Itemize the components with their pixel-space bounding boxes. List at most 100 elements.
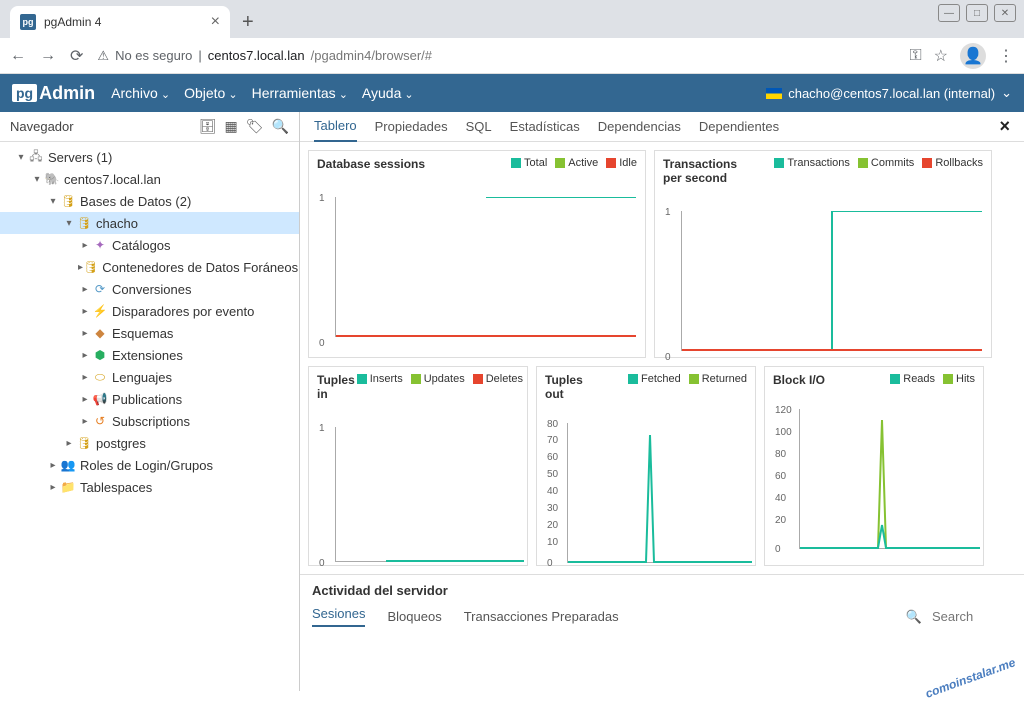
tree-server-centos7[interactable]: ▾🐘centos7.local.lan bbox=[0, 168, 299, 190]
menu-help[interactable]: Ayuda bbox=[362, 85, 414, 101]
card-tuples-in: Tuples in Inserts Updates Deletes 1 0 bbox=[308, 366, 528, 566]
tree-roles[interactable]: ▸👥Roles de Login/Grupos bbox=[0, 454, 299, 476]
tree-languages[interactable]: ▸⬭Lenguajes bbox=[0, 366, 299, 388]
tps-plot bbox=[681, 211, 981, 351]
navigator-panel: Navegador 🗄 ▦ 🏷 🔍 ▾🖧Servers (1) ▾🐘centos… bbox=[0, 112, 300, 691]
swatch-teal-icon bbox=[357, 374, 367, 384]
query-tool-icon[interactable]: 🗄 bbox=[199, 118, 217, 135]
tab-statistics[interactable]: Estadísticas bbox=[510, 112, 580, 142]
pgadmin-topbar: pgAdmin Archivo Objeto Herramientas Ayud… bbox=[0, 74, 1024, 112]
swatch-teal-icon bbox=[774, 158, 784, 168]
activity-search-input[interactable] bbox=[932, 609, 1012, 624]
url-path: /pgadmin4/browser/# bbox=[311, 48, 432, 63]
trigger-icon: ⚡ bbox=[92, 303, 108, 319]
tab-dependencies[interactable]: Dependencias bbox=[598, 112, 681, 142]
card-sessions: Database sessions Total Active Idle 1 0 bbox=[308, 150, 646, 358]
logo-box: pg bbox=[12, 84, 37, 102]
tree-tablespaces[interactable]: ▸📁Tablespaces bbox=[0, 476, 299, 498]
search-objects-icon[interactable]: 🔍 bbox=[272, 118, 289, 135]
tab-properties[interactable]: Propiedades bbox=[375, 112, 448, 142]
tree-databases[interactable]: ▾🛢Bases de Datos (2) bbox=[0, 190, 299, 212]
navigator-title: Navegador bbox=[10, 119, 74, 134]
tuples-out-legend: Fetched Returned bbox=[628, 373, 747, 385]
object-tree[interactable]: ▾🖧Servers (1) ▾🐘centos7.local.lan ▾🛢Base… bbox=[0, 142, 299, 691]
tree-db-chacho[interactable]: ▾🛢chacho bbox=[0, 212, 299, 234]
flag-icon bbox=[766, 88, 782, 99]
activity-tab-locks[interactable]: Bloqueos bbox=[387, 609, 441, 624]
conversion-icon: ⟳ bbox=[92, 281, 108, 297]
menu-object[interactable]: Objeto bbox=[184, 85, 238, 101]
card-block-io: Block I/O Reads Hits 120100806040200 bbox=[764, 366, 984, 566]
insecure-label: No es seguro bbox=[115, 48, 192, 63]
swatch-green-icon bbox=[943, 374, 953, 384]
sessions-plot bbox=[335, 197, 635, 337]
tab-dependents[interactable]: Dependientes bbox=[699, 112, 779, 142]
filter-icon[interactable]: 🏷 bbox=[246, 118, 264, 135]
card-tuples-out: Tuples out Fetched Returned 807060504030… bbox=[536, 366, 756, 566]
reload-button[interactable]: ⟳ bbox=[70, 46, 83, 66]
tab-dashboard[interactable]: Tablero bbox=[314, 112, 357, 142]
profile-avatar-icon[interactable]: 👤 bbox=[960, 43, 986, 69]
browser-tab[interactable]: pg pgAdmin 4 × bbox=[10, 6, 230, 38]
window-controls: — □ ✕ bbox=[938, 4, 1016, 22]
tab-close-icon[interactable]: × bbox=[211, 13, 220, 31]
schema-icon: ◆ bbox=[92, 325, 108, 341]
menu-file[interactable]: Archivo bbox=[111, 85, 170, 101]
extension-icon: ⬢ bbox=[92, 347, 108, 363]
tree-fdw[interactable]: ▸🛢Contenedores de Datos Foráneos bbox=[0, 256, 299, 278]
catalog-icon: ✦ bbox=[92, 237, 108, 253]
back-button[interactable]: ← bbox=[10, 47, 26, 65]
content-tabs: Tablero Propiedades SQL Estadísticas Dep… bbox=[300, 112, 1024, 142]
menu-tools[interactable]: Herramientas bbox=[252, 85, 348, 101]
insecure-icon: ⚠ bbox=[97, 48, 109, 64]
pgadmin-logo[interactable]: pgAdmin bbox=[12, 83, 95, 104]
tree-conversions[interactable]: ▸⟳Conversiones bbox=[0, 278, 299, 300]
tree-publications[interactable]: ▸📢Publications bbox=[0, 388, 299, 410]
tree-catalogs[interactable]: ▸✦Catálogos bbox=[0, 234, 299, 256]
forward-button[interactable]: → bbox=[40, 47, 56, 65]
chevron-down-icon: ⌄ bbox=[1001, 85, 1012, 101]
url-host: centos7.local.lan bbox=[208, 48, 305, 63]
tree-event-triggers[interactable]: ▸⚡Disparadores por evento bbox=[0, 300, 299, 322]
tree-db-postgres[interactable]: ▸🛢postgres bbox=[0, 432, 299, 454]
database-icon: 🛢 bbox=[76, 215, 92, 231]
tree-extensions[interactable]: ▸⬢Extensiones bbox=[0, 344, 299, 366]
activity-tab-sessions[interactable]: Sesiones bbox=[312, 606, 365, 627]
tree-schemas[interactable]: ▸◆Esquemas bbox=[0, 322, 299, 344]
tps-title: Transactions per second bbox=[663, 157, 753, 185]
view-data-icon[interactable]: ▦ bbox=[225, 118, 238, 135]
swatch-green-icon bbox=[411, 374, 421, 384]
bookmark-star-icon[interactable]: ☆ bbox=[934, 46, 948, 66]
block-io-plot bbox=[799, 409, 979, 549]
tuples-in-plot bbox=[335, 427, 523, 562]
browser-tab-bar: pg pgAdmin 4 × + bbox=[0, 0, 1024, 38]
close-panel-icon[interactable]: × bbox=[999, 116, 1010, 137]
tab-sql[interactable]: SQL bbox=[466, 112, 492, 142]
activity-search-icon[interactable]: 🔍 bbox=[906, 609, 922, 625]
address-field[interactable]: ⚠ No es seguro | centos7.local.lan/pgadm… bbox=[97, 48, 895, 64]
logo-text: Admin bbox=[39, 83, 95, 104]
key-icon[interactable]: ⚿ bbox=[909, 47, 921, 65]
database-icon: 🛢 bbox=[76, 435, 92, 451]
tree-subscriptions[interactable]: ▸↺Subscriptions bbox=[0, 410, 299, 432]
activity-tab-prepared[interactable]: Transacciones Preparadas bbox=[464, 609, 619, 624]
tab-title: pgAdmin 4 bbox=[44, 15, 203, 29]
close-window-button[interactable]: ✕ bbox=[994, 4, 1016, 22]
card-tps: Transactions per second Transactions Com… bbox=[654, 150, 992, 358]
browser-menu-icon[interactable]: ⋮ bbox=[998, 46, 1014, 66]
url-bar: ← → ⟳ ⚠ No es seguro | centos7.local.lan… bbox=[0, 38, 1024, 74]
tuples-out-plot bbox=[567, 423, 751, 563]
user-menu[interactable]: chacho@centos7.local.lan (internal) ⌄ bbox=[766, 85, 1012, 101]
tree-servers[interactable]: ▾🖧Servers (1) bbox=[0, 146, 299, 168]
block-io-legend: Reads Hits bbox=[890, 373, 975, 385]
new-tab-button[interactable]: + bbox=[230, 6, 266, 38]
subscription-icon: ↺ bbox=[92, 413, 108, 429]
roles-icon: 👥 bbox=[60, 457, 76, 473]
maximize-button[interactable]: □ bbox=[966, 4, 988, 22]
swatch-teal-icon bbox=[511, 158, 521, 168]
swatch-teal-icon bbox=[890, 374, 900, 384]
swatch-green-icon bbox=[689, 374, 699, 384]
minimize-button[interactable]: — bbox=[938, 4, 960, 22]
swatch-green-icon bbox=[858, 158, 868, 168]
main-content: Tablero Propiedades SQL Estadísticas Dep… bbox=[300, 112, 1024, 691]
